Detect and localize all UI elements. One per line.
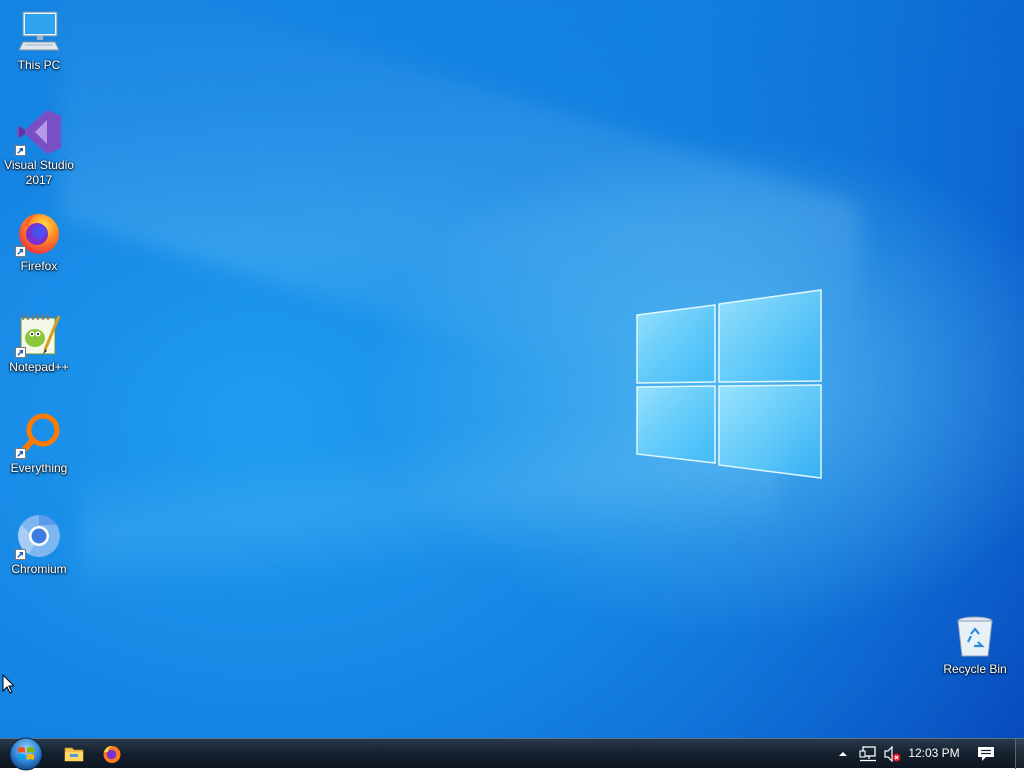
firefox-icon [103,746,121,763]
everything-search-icon [15,411,63,459]
show-desktop-button[interactable] [1015,739,1024,769]
desktop-icon-label: Everything [10,461,68,475]
desktop-icon-label: Recycle Bin [943,662,1007,676]
chevron-up-icon [839,752,847,756]
visual-studio-icon [15,108,63,156]
desktop-icon-this-pc[interactable]: This PC [1,8,77,73]
desktop-icon-everything[interactable]: Everything [1,411,77,476]
taskbar: 12:03 PM [0,735,1024,771]
computer-icon [15,8,63,56]
volume-muted-icon [884,746,901,762]
desktop[interactable]: This PC Visual Studio 2017 Firefox Notep… [0,0,1024,738]
desktop-icon-label: This PC [17,58,61,72]
firefox-icon [15,209,63,257]
tray-show-hidden-icons[interactable] [836,744,850,764]
taskbar-firefox[interactable] [99,742,125,766]
desktop-icon-visual-studio[interactable]: Visual Studio 2017 [1,108,77,188]
mouse-pointer-icon [2,674,14,694]
desktop-icon-firefox[interactable]: Firefox [1,209,77,274]
shortcut-arrow-icon [15,246,26,257]
tray-volume[interactable] [882,744,902,764]
shortcut-arrow-icon [15,347,26,358]
shortcut-arrow-icon [15,145,26,156]
desktop-icon-label: Visual Studio 2017 [4,158,74,187]
desktop-icon-label: Firefox [20,259,58,273]
desktop-icon-chromium[interactable]: Chromium [1,512,77,577]
windows-start-orb-icon [9,737,43,771]
tray-action-center[interactable] [975,744,997,764]
desktop-icon-label: Chromium [11,562,67,576]
windows-logo-wallpaper [636,289,822,479]
shortcut-arrow-icon [15,448,26,459]
desktop-icon-label: Notepad++ [9,360,69,374]
file-explorer-icon [64,747,84,762]
desktop-icon-recycle-bin[interactable]: Recycle Bin [937,612,1013,677]
tray-clock[interactable]: 12:03 PM [900,746,968,760]
start-button[interactable] [6,735,46,771]
shortcut-arrow-icon [15,549,26,560]
chromium-icon [15,512,63,560]
recycle-bin-icon [951,612,999,660]
taskbar-file-explorer[interactable] [61,742,87,766]
notepad-plus-plus-icon [15,310,63,358]
action-center-icon [978,747,994,761]
tray-network[interactable] [858,744,878,764]
desktop-icon-notepad-plus-plus[interactable]: Notepad++ [1,310,77,375]
network-icon [859,746,876,762]
